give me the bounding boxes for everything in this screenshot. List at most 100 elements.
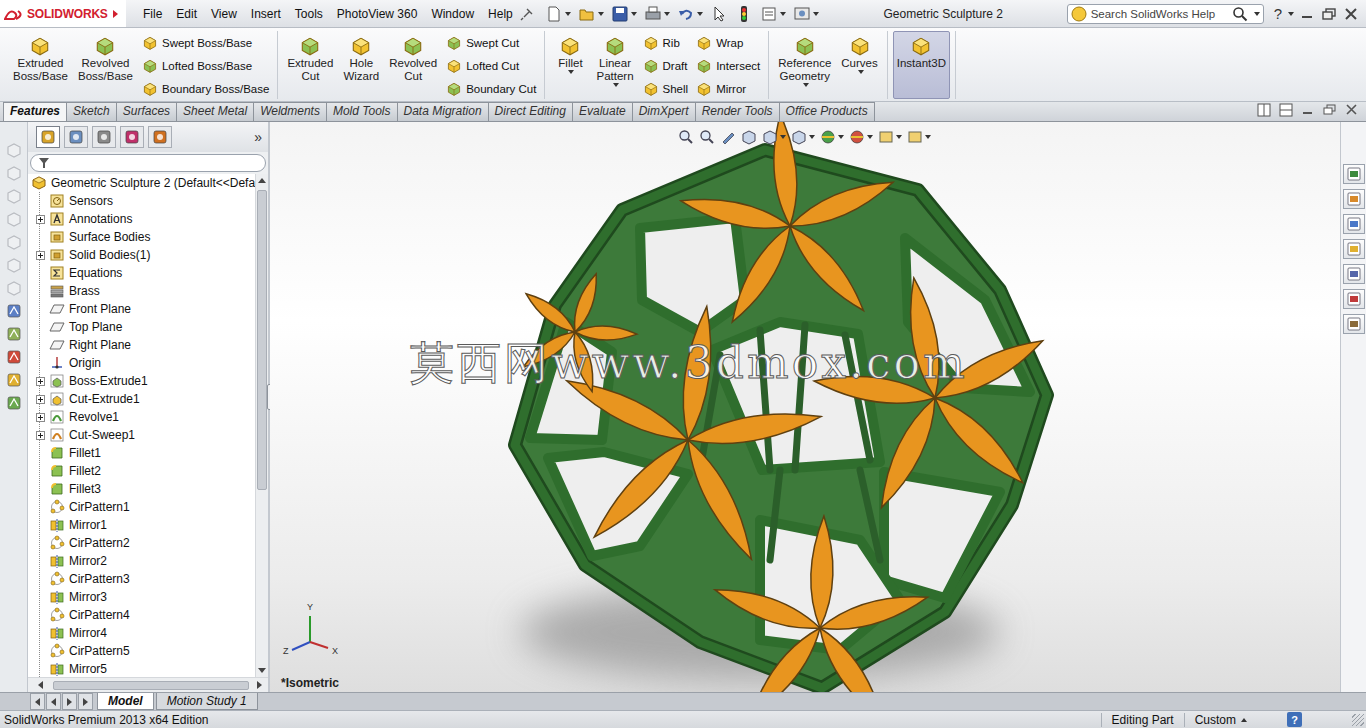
toolbar-button[interactable] <box>5 326 23 342</box>
view-button[interactable] <box>907 129 931 145</box>
command-button[interactable]: Instant3D <box>893 31 950 99</box>
tree-item[interactable]: Annotations <box>28 210 255 228</box>
tab[interactable]: Evaluate <box>572 102 633 121</box>
tab[interactable]: Direct Editing <box>488 102 573 121</box>
view-button[interactable] <box>820 129 844 145</box>
toolbar-button[interactable] <box>792 4 820 24</box>
menu-item[interactable]: Tools <box>288 5 330 23</box>
toolbar-button[interactable] <box>544 4 572 24</box>
expand-plus-icon[interactable] <box>36 413 45 422</box>
tree-item[interactable]: CirPattern4 <box>28 606 255 624</box>
toolbar-button[interactable] <box>5 142 23 158</box>
view-button[interactable] <box>678 129 694 145</box>
command-button[interactable]: LinearPattern <box>592 31 637 90</box>
panel-tab[interactable] <box>148 126 172 148</box>
command-button[interactable]: Wrap <box>696 33 760 53</box>
toolbar-button[interactable] <box>5 211 23 227</box>
scroll-left-icon[interactable] <box>38 681 43 689</box>
help-button[interactable]: ? <box>1274 5 1282 22</box>
scroll-down-icon[interactable] <box>258 668 266 673</box>
command-button[interactable]: RevolvedBoss/Base <box>74 31 137 86</box>
horizontal-scrollbar[interactable] <box>28 677 268 692</box>
close-icon[interactable] <box>1344 103 1360 117</box>
menu-item[interactable]: PhotoView 360 <box>330 5 425 23</box>
tree-item[interactable]: CirPattern2 <box>28 534 255 552</box>
menu-item[interactable]: Edit <box>169 5 204 23</box>
tab[interactable]: Weldments <box>253 102 327 121</box>
view-button[interactable] <box>741 129 757 145</box>
tab[interactable]: DimXpert <box>632 102 696 121</box>
command-button[interactable]: HoleWizard <box>339 31 383 86</box>
toolbar-button[interactable] <box>643 4 671 24</box>
tree-item[interactable]: Mirror5 <box>28 660 255 677</box>
panel-tab[interactable] <box>120 126 144 148</box>
tree-item[interactable]: Fillet2 <box>28 462 255 480</box>
tab-nav-button[interactable] <box>30 693 45 710</box>
sculpture-model[interactable] <box>270 122 1340 692</box>
command-button[interactable]: Shell <box>643 79 689 99</box>
more-tabs-button[interactable]: » <box>252 129 264 145</box>
tab[interactable]: Office Products <box>779 102 875 121</box>
tab[interactable]: Sketch <box>66 102 117 121</box>
tree-item[interactable]: Mirror1 <box>28 516 255 534</box>
pin-icon[interactable] <box>520 7 534 21</box>
magnifier-icon[interactable] <box>1232 6 1248 22</box>
menu-item[interactable]: File <box>136 5 169 23</box>
task-pane-button[interactable] <box>1343 239 1365 259</box>
toolbar-button[interactable] <box>5 349 23 365</box>
toolbar-button[interactable] <box>5 303 23 319</box>
tab-nav-button[interactable] <box>62 693 77 710</box>
command-button[interactable]: Swept Boss/Base <box>142 33 269 53</box>
tab[interactable]: Render Tools <box>695 102 780 121</box>
tree-item[interactable]: Top Plane <box>28 318 255 336</box>
toolbar-button[interactable] <box>709 4 729 24</box>
task-pane-button[interactable] <box>1343 164 1365 184</box>
toolbar-button[interactable] <box>5 188 23 204</box>
tab[interactable]: Sheet Metal <box>176 102 254 121</box>
panel-tab[interactable] <box>64 126 88 148</box>
view-button[interactable] <box>699 129 715 145</box>
vertical-scrollbar[interactable] <box>255 174 268 677</box>
command-button[interactable]: Rib <box>643 33 689 53</box>
tab[interactable]: Mold Tools <box>326 102 398 121</box>
task-pane-button[interactable] <box>1343 289 1365 309</box>
scroll-thumb[interactable] <box>53 681 249 690</box>
tile-horizontal-icon[interactable] <box>1256 103 1272 117</box>
command-button[interactable]: Curves <box>837 31 881 77</box>
toolbar-button[interactable] <box>577 4 605 24</box>
tree-item[interactable]: Mirror3 <box>28 588 255 606</box>
unit-system[interactable]: Custom <box>1184 713 1287 727</box>
expand-plus-icon[interactable] <box>36 251 45 260</box>
close-icon[interactable] <box>1342 7 1360 21</box>
tile-vertical-icon[interactable] <box>1278 103 1294 117</box>
menu-item[interactable]: Help <box>481 5 520 23</box>
tree-item[interactable]: Revolve1 <box>28 408 255 426</box>
view-button[interactable] <box>791 129 815 145</box>
toolbar-button[interactable] <box>5 280 23 296</box>
filter-field[interactable] <box>30 154 266 172</box>
toolbar-button[interactable] <box>610 4 638 24</box>
menu-item[interactable]: Window <box>424 5 481 23</box>
tree-item[interactable]: Solid Bodies(1) <box>28 246 255 264</box>
tree-item[interactable]: Boss-Extrude1 <box>28 372 255 390</box>
command-button[interactable]: ExtrudedBoss/Base <box>9 31 72 86</box>
command-button[interactable]: Boundary Cut <box>446 79 536 99</box>
expand-plus-icon[interactable] <box>36 431 45 440</box>
toolbar-button[interactable] <box>759 4 787 24</box>
scroll-right-icon[interactable] <box>257 681 262 689</box>
restore-icon[interactable] <box>1322 103 1338 117</box>
command-button[interactable]: ExtrudedCut <box>283 31 337 86</box>
resize-grip-icon[interactable] <box>1352 714 1364 726</box>
tree-item[interactable]: CirPattern1 <box>28 498 255 516</box>
tree-item[interactable]: Equations <box>28 264 255 282</box>
toolbar-button[interactable] <box>5 372 23 388</box>
command-button[interactable]: Lofted Boss/Base <box>142 56 269 76</box>
view-button[interactable] <box>720 129 736 145</box>
tree-item[interactable]: Geometric Sculpture 2 (Default<<Defa <box>28 174 255 192</box>
tree-item[interactable]: Surface Bodies <box>28 228 255 246</box>
menu-item[interactable]: Insert <box>244 5 288 23</box>
minimize-icon[interactable] <box>1298 7 1316 21</box>
menu-item[interactable]: View <box>204 5 244 23</box>
graphics-area[interactable]: 莫西网www.3dmox.com YZX *Isometric <box>270 122 1340 692</box>
tree-item[interactable]: CirPattern3 <box>28 570 255 588</box>
